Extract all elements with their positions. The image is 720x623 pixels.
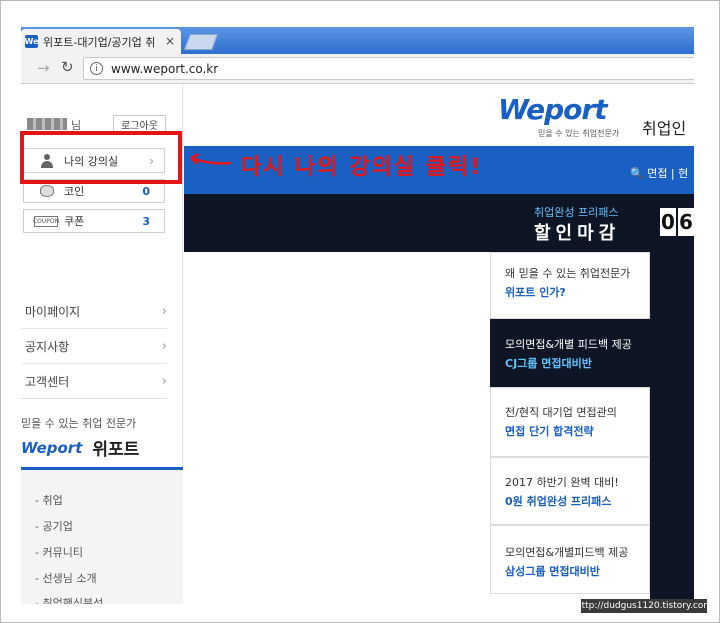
feature-card[interactable]: 왜 믿을 수 있는 취업전문가 위포트 인가? bbox=[490, 252, 650, 319]
forward-arrow-icon[interactable]: → bbox=[37, 59, 50, 77]
tab-title: 위포트-대기업/공기업 취 bbox=[43, 35, 156, 49]
sidebar-submenu: - 취업 - 공기업 - 커뮤니티 - 선생님 소개 - 취업핵심분석 bbox=[21, 470, 183, 604]
sidebar-item-label: 고객센터 bbox=[25, 375, 70, 389]
coupon-button[interactable]: COUPON 쿠폰 3 bbox=[23, 209, 165, 233]
card-line2: 위포트 인가? bbox=[505, 286, 566, 299]
sidebar-item-label: 공지사항 bbox=[25, 340, 70, 354]
promo-subtitle: 취업완성 프리패스 bbox=[534, 206, 619, 219]
logo-tagline: 믿을 수 있는 취업전문가 bbox=[538, 129, 620, 138]
card-line1: 왜 믿을 수 있는 취업전문가 bbox=[505, 267, 631, 280]
dark-side-panel bbox=[650, 252, 694, 604]
sidebar-brand[interactable]: Weport 위포트 bbox=[21, 435, 140, 461]
card-line2: 삼성그룹 면접대비반 bbox=[505, 565, 600, 578]
feature-card[interactable]: 모의면접&개별피드백 제공 삼성그룹 면접대비반 bbox=[490, 525, 650, 594]
submenu-item[interactable]: - 공기업 bbox=[35, 518, 73, 534]
chevron-right-icon: › bbox=[161, 374, 167, 389]
screenshot-frame: We 위포트-대기업/공기업 취 × → ↻ i www.weport.co.k… bbox=[0, 0, 720, 623]
sidebar-item-label: 마이페이지 bbox=[25, 305, 81, 319]
sidebar-item-support[interactable]: 고객센터 › bbox=[21, 365, 167, 399]
logo-wordmark: Weport bbox=[498, 93, 608, 126]
coin-count: 0 bbox=[142, 184, 150, 198]
annotation-arrow-icon bbox=[190, 152, 232, 165]
feature-card[interactable]: 전/현직 대기업 면접관의 면접 단기 합격전략 bbox=[490, 387, 650, 457]
coupon-label: 쿠폰 bbox=[64, 215, 85, 228]
promo-title: 할인마감 bbox=[534, 223, 621, 244]
card-line1: 2017 하반기 완벽 대비! bbox=[505, 476, 619, 489]
url-input[interactable]: i www.weport.co.kr bbox=[83, 57, 694, 80]
chevron-right-icon: › bbox=[161, 339, 167, 354]
chevron-right-icon: › bbox=[161, 304, 167, 319]
submenu-item[interactable]: - 취업핵심분석 bbox=[35, 595, 103, 604]
submenu-item[interactable]: - 선생님 소개 bbox=[35, 570, 97, 586]
coin-label: 코인 bbox=[64, 185, 85, 198]
browser-window: We 위포트-대기업/공기업 취 × → ↻ i www.weport.co.k… bbox=[21, 27, 694, 604]
brand-name: 위포트 bbox=[92, 440, 140, 460]
weport-favicon-icon: We bbox=[24, 35, 39, 48]
promo-banner[interactable]: 취업완성 프리패스 할인마감 0 6 bbox=[184, 194, 694, 252]
sidebar-item-notice[interactable]: 공지사항 › bbox=[21, 330, 167, 364]
feature-card[interactable]: 2017 하반기 완벽 대비! 0원 취업완성 프리패스 bbox=[490, 457, 650, 525]
countdown-digit: 6 bbox=[678, 208, 694, 236]
new-tab-button[interactable] bbox=[184, 34, 218, 50]
search-link[interactable]: 🔍 면접 | 현 bbox=[630, 165, 688, 181]
annotation-highlight-box bbox=[20, 131, 182, 184]
weport-logo-icon: Weport bbox=[21, 438, 83, 457]
feature-card-active[interactable]: 모의면접&개별 피드백 제공 CJ그룹 면접대비반 bbox=[490, 319, 657, 387]
user-name-redacted bbox=[27, 118, 67, 130]
header-title: 취업인 bbox=[642, 119, 687, 138]
tab-close-icon[interactable]: × bbox=[165, 34, 175, 48]
countdown: 0 6 bbox=[660, 208, 694, 238]
submenu-item[interactable]: - 커뮤니티 bbox=[35, 544, 83, 560]
coupon-count: 3 bbox=[142, 214, 150, 228]
annotation-text: 다시 나의 강의실 클릭! bbox=[241, 155, 483, 180]
card-line2: 면접 단기 합격전략 bbox=[505, 425, 594, 438]
card-line1: 모의면접&개별 피드백 제공 bbox=[505, 338, 632, 351]
watermark: http://dudgus1120.tistory.com bbox=[575, 599, 713, 613]
coupon-icon: COUPON bbox=[32, 215, 60, 227]
browser-tab[interactable]: We 위포트-대기업/공기업 취 × bbox=[21, 29, 181, 54]
card-line2: 0원 취업완성 프리패스 bbox=[505, 495, 612, 508]
submenu-item[interactable]: - 취업 bbox=[35, 492, 63, 508]
card-line1: 모의면접&개별피드백 제공 bbox=[505, 546, 629, 559]
coin-icon bbox=[40, 185, 54, 197]
sidebar-tagline: 믿을 수 있는 취업 전문가 bbox=[21, 417, 137, 430]
reload-icon[interactable]: ↻ bbox=[61, 58, 74, 76]
address-bar: → ↻ i www.weport.co.kr bbox=[21, 54, 694, 84]
url-text: www.weport.co.kr bbox=[111, 61, 219, 76]
tab-bar: We 위포트-대기업/공기업 취 × bbox=[21, 27, 694, 54]
card-line2: CJ그룹 면접대비반 bbox=[505, 357, 592, 370]
weport-logo[interactable]: Weport 믿을 수 있는 취업전문가 bbox=[498, 93, 619, 138]
info-icon[interactable]: i bbox=[90, 62, 103, 75]
countdown-digit: 0 bbox=[660, 208, 676, 236]
card-line1: 전/현직 대기업 면접관의 bbox=[505, 406, 617, 419]
sidebar-item-mypage[interactable]: 마이페이지 › bbox=[21, 295, 167, 329]
